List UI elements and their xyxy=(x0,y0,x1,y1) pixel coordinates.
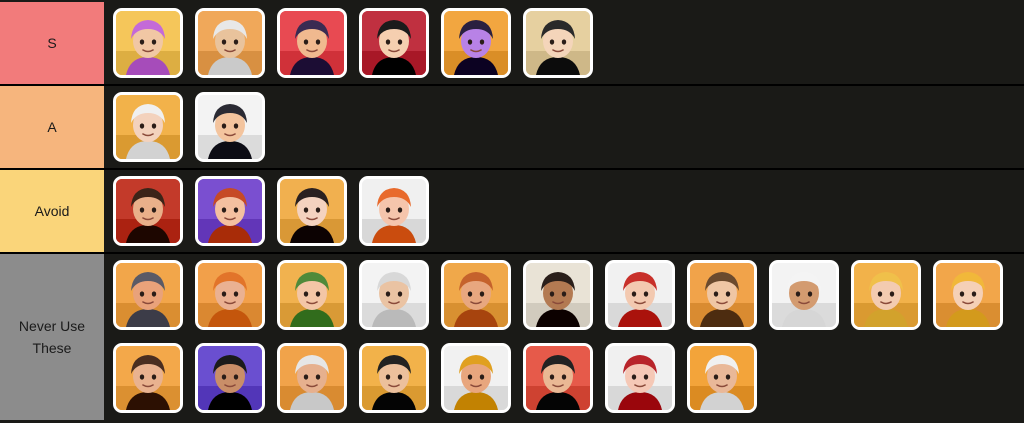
hero-portrait-icon xyxy=(362,346,426,410)
hero-portrait-icon xyxy=(198,11,262,75)
hero-white-hair-swordsman[interactable] xyxy=(195,8,265,78)
tier-items-never-use xyxy=(106,254,1024,420)
hero-white-beard-sage[interactable] xyxy=(687,343,757,413)
hero-purple-hair-masked[interactable] xyxy=(113,8,183,78)
hero-helmet-brute[interactable] xyxy=(113,260,183,330)
hero-portrait-icon xyxy=(116,11,180,75)
hero-green-hood-archer[interactable] xyxy=(277,260,347,330)
hero-white-beard-elder[interactable] xyxy=(277,343,347,413)
hero-portrait-icon xyxy=(116,346,180,410)
tier-row-a: A xyxy=(0,86,1024,168)
hero-bangs-woman[interactable] xyxy=(277,176,347,246)
tier-label-avoid[interactable]: Avoid xyxy=(0,170,106,252)
hero-red-hair-rogue[interactable] xyxy=(605,260,675,330)
tier-items-avoid xyxy=(106,170,1024,252)
hero-portrait-icon xyxy=(772,263,836,327)
hero-goggles-old-man[interactable] xyxy=(359,260,429,330)
hero-pirate-captain-beard[interactable] xyxy=(113,176,183,246)
hero-portrait-icon xyxy=(362,179,426,243)
hero-black-hair-woman[interactable] xyxy=(359,8,429,78)
hero-portrait-icon xyxy=(526,11,590,75)
hero-purple-skin-witch[interactable] xyxy=(441,8,511,78)
hero-portrait-icon xyxy=(362,263,426,327)
hero-orange-hair-elf[interactable] xyxy=(359,176,429,246)
hero-portrait-icon xyxy=(280,346,344,410)
hero-portrait-icon xyxy=(362,11,426,75)
hero-red-hat-woman[interactable] xyxy=(605,343,675,413)
hero-headscarf-sheikh[interactable] xyxy=(769,260,839,330)
hero-portrait-icon xyxy=(198,346,262,410)
hero-portrait-icon xyxy=(854,263,918,327)
hero-portrait-icon xyxy=(198,179,262,243)
hero-portrait-icon xyxy=(608,346,672,410)
tier-list: S A Avoid Never Use These xyxy=(0,0,1024,423)
tier-row-never-use: Never Use These xyxy=(0,254,1024,420)
hero-portrait-icon xyxy=(936,263,1000,327)
hero-orange-beard-dwarf[interactable] xyxy=(195,260,265,330)
hero-dark-beard-warrior[interactable] xyxy=(523,260,593,330)
hero-portrait-icon xyxy=(690,346,754,410)
tier-label-never-use[interactable]: Never Use These xyxy=(0,254,106,420)
hero-pirate-hat-blonde[interactable] xyxy=(523,8,593,78)
hero-brown-hair-man[interactable] xyxy=(687,260,757,330)
tier-row-avoid: Avoid xyxy=(0,170,1024,252)
hero-spiky-hair-youth[interactable] xyxy=(359,343,429,413)
hero-portrait-icon xyxy=(116,95,180,159)
hero-portrait-icon xyxy=(280,179,344,243)
hero-blonde-knight[interactable] xyxy=(933,260,1003,330)
hero-portrait-icon xyxy=(280,263,344,327)
hero-portrait-icon xyxy=(526,346,590,410)
hero-white-hood-nun[interactable] xyxy=(113,92,183,162)
hero-portrait-icon xyxy=(526,263,590,327)
hero-portrait-icon xyxy=(198,95,262,159)
tier-row-s: S xyxy=(0,2,1024,84)
hero-portrait-icon xyxy=(444,263,508,327)
tier-label-a[interactable]: A xyxy=(0,86,106,168)
hero-red-hair-mage[interactable] xyxy=(195,176,265,246)
tier-label-s[interactable]: S xyxy=(0,2,106,84)
hero-cap-kid[interactable] xyxy=(113,343,183,413)
hero-cowboy-hat-beard[interactable] xyxy=(441,260,511,330)
hero-portrait-icon xyxy=(116,263,180,327)
hero-portrait-icon xyxy=(444,11,508,75)
hero-portrait-icon xyxy=(280,11,344,75)
hero-goggles-kid[interactable] xyxy=(195,92,265,162)
hero-portrait-icon xyxy=(198,263,262,327)
hero-blonde-headband[interactable] xyxy=(851,260,921,330)
hero-spartan-helmet[interactable] xyxy=(441,343,511,413)
tier-items-s xyxy=(106,2,1024,84)
hero-portrait-icon xyxy=(444,346,508,410)
tier-items-a xyxy=(106,86,1024,168)
hero-portrait-icon xyxy=(690,263,754,327)
hero-portrait-icon xyxy=(608,263,672,327)
hero-portrait-icon xyxy=(116,179,180,243)
hero-black-hair-fighter[interactable] xyxy=(523,343,593,413)
hero-black-hair-queen[interactable] xyxy=(195,343,265,413)
hero-dark-hat-woman[interactable] xyxy=(277,8,347,78)
